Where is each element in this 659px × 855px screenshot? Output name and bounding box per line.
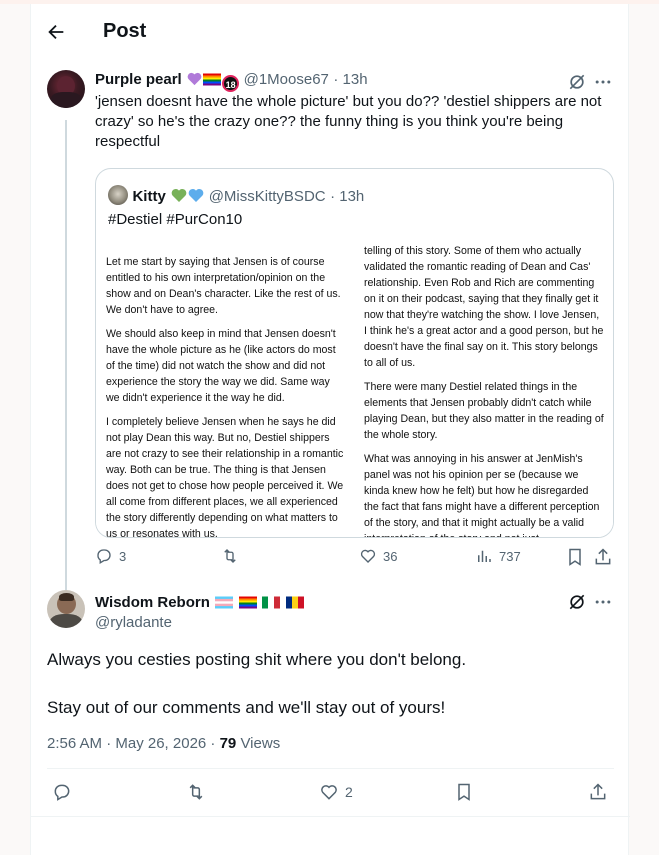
more-icon[interactable] (593, 72, 613, 92)
image-paragraph: Let me start by saying that Jensen is of… (106, 256, 341, 316)
grok-icon[interactable] (567, 592, 587, 612)
post1-actions: 3 36 737 (95, 547, 615, 567)
repost-icon[interactable] (186, 782, 206, 802)
quoted-post-header: Kitty @MissKittyBSDC · 13h (108, 185, 364, 206)
share-icon[interactable] (588, 782, 608, 802)
bookmark-icon[interactable] (454, 782, 474, 802)
back-arrow-icon[interactable] (45, 21, 67, 43)
author-name[interactable]: Purple pearl (95, 71, 182, 88)
quoted-post-time: 13h (339, 188, 365, 205)
reply-button[interactable]: 3 (95, 547, 126, 565)
divider (47, 768, 614, 769)
blue-heart-icon (188, 188, 204, 202)
like-icon (321, 785, 337, 800)
reply-icon[interactable] (52, 782, 72, 802)
image-text-left: Let me start by saying that Jensen is of… (106, 254, 346, 538)
reply-icon (97, 549, 111, 564)
rainbow-flag-icon (238, 596, 257, 609)
image-paragraph: We should also keep in mind that Jensen … (106, 328, 336, 404)
like-count: 36 (383, 548, 398, 564)
grok-icon[interactable] (567, 72, 587, 92)
post2-header: Wisdom Reborn (95, 594, 304, 612)
dot-separator: · (333, 71, 343, 88)
avatar[interactable] (47, 590, 85, 628)
romania-flag-icon (285, 596, 304, 609)
post-timestamp[interactable]: 2:56 AM · May 26, 2026 · (47, 735, 220, 752)
like-button[interactable]: 2 (319, 782, 353, 802)
quoted-author-handle: @MissKittyBSDC (208, 188, 326, 205)
post2-text-line: Stay out of our comments and we'll stay … (47, 698, 446, 717)
author-handle[interactable]: @1Moose67 (244, 71, 329, 88)
green-heart-icon (171, 188, 187, 202)
thread-line (65, 120, 67, 590)
italy-flag-icon (262, 596, 281, 609)
author-name[interactable]: Wisdom Reborn (95, 594, 210, 611)
purple-heart-icon (187, 72, 202, 86)
main-column: Post Purple pearl 18 @1Moose67 · 13h 'je… (30, 4, 630, 855)
like-button[interactable]: 36 (359, 547, 397, 565)
image-paragraph: What was annoying in his answer at JenMi… (364, 453, 600, 537)
share-icon[interactable] (593, 547, 613, 567)
post1-text: 'jensen doesnt have the whole picture' b… (95, 93, 602, 150)
like-count: 2 (345, 784, 353, 800)
post2-actions: 2 (47, 780, 614, 804)
post1-header: Purple pearl 18 @1Moose67 · 13h (95, 71, 368, 92)
author-handle[interactable]: @ryladante (95, 614, 172, 631)
page-title: Post (103, 20, 147, 42)
trans-flag-icon (215, 596, 234, 609)
avatar[interactable] (47, 70, 85, 108)
quoted-post-text: #Destiel #PurCon10 (108, 211, 243, 228)
rainbow-flag-icon (203, 73, 222, 86)
views-icon (478, 550, 491, 562)
like-icon (360, 549, 376, 563)
repost-icon (224, 549, 236, 563)
reply-count: 3 (119, 548, 127, 564)
divider (31, 816, 630, 817)
header: Post (31, 4, 630, 57)
views-count: 737 (499, 548, 521, 564)
post2-meta: 2:56 AM · May 26, 2026 · 79 Views (47, 735, 280, 752)
more-icon[interactable] (593, 592, 613, 612)
image-text-right: telling of this story. Some of them who … (364, 243, 604, 537)
bookmark-icon[interactable] (565, 547, 585, 567)
views-label: Views (236, 735, 281, 752)
post2-text: Always you cesties posting shit where yo… (47, 648, 607, 720)
post-time[interactable]: 13h (343, 71, 368, 88)
quoted-avatar (108, 185, 128, 205)
post2-text-line: Always you cesties posting shit where yo… (47, 650, 467, 669)
quoted-author-name: Kitty (132, 188, 166, 205)
views-count: 79 (219, 735, 237, 752)
views-button[interactable]: 737 (475, 547, 521, 565)
repost-button[interactable] (221, 547, 239, 565)
image-paragraph: There were many Destiel related things i… (364, 381, 604, 441)
image-paragraph: telling of this story. Some of them who … (364, 245, 604, 369)
quoted-post[interactable]: Kitty @MissKittyBSDC · 13h #Destiel #Pur… (95, 168, 614, 538)
image-paragraph: I completely believe Jensen when he says… (106, 416, 344, 538)
age-18-badge: 18 (222, 75, 240, 92)
dot-separator: · (330, 188, 340, 205)
quoted-post-image[interactable]: Let me start by saying that Jensen is of… (96, 241, 613, 538)
